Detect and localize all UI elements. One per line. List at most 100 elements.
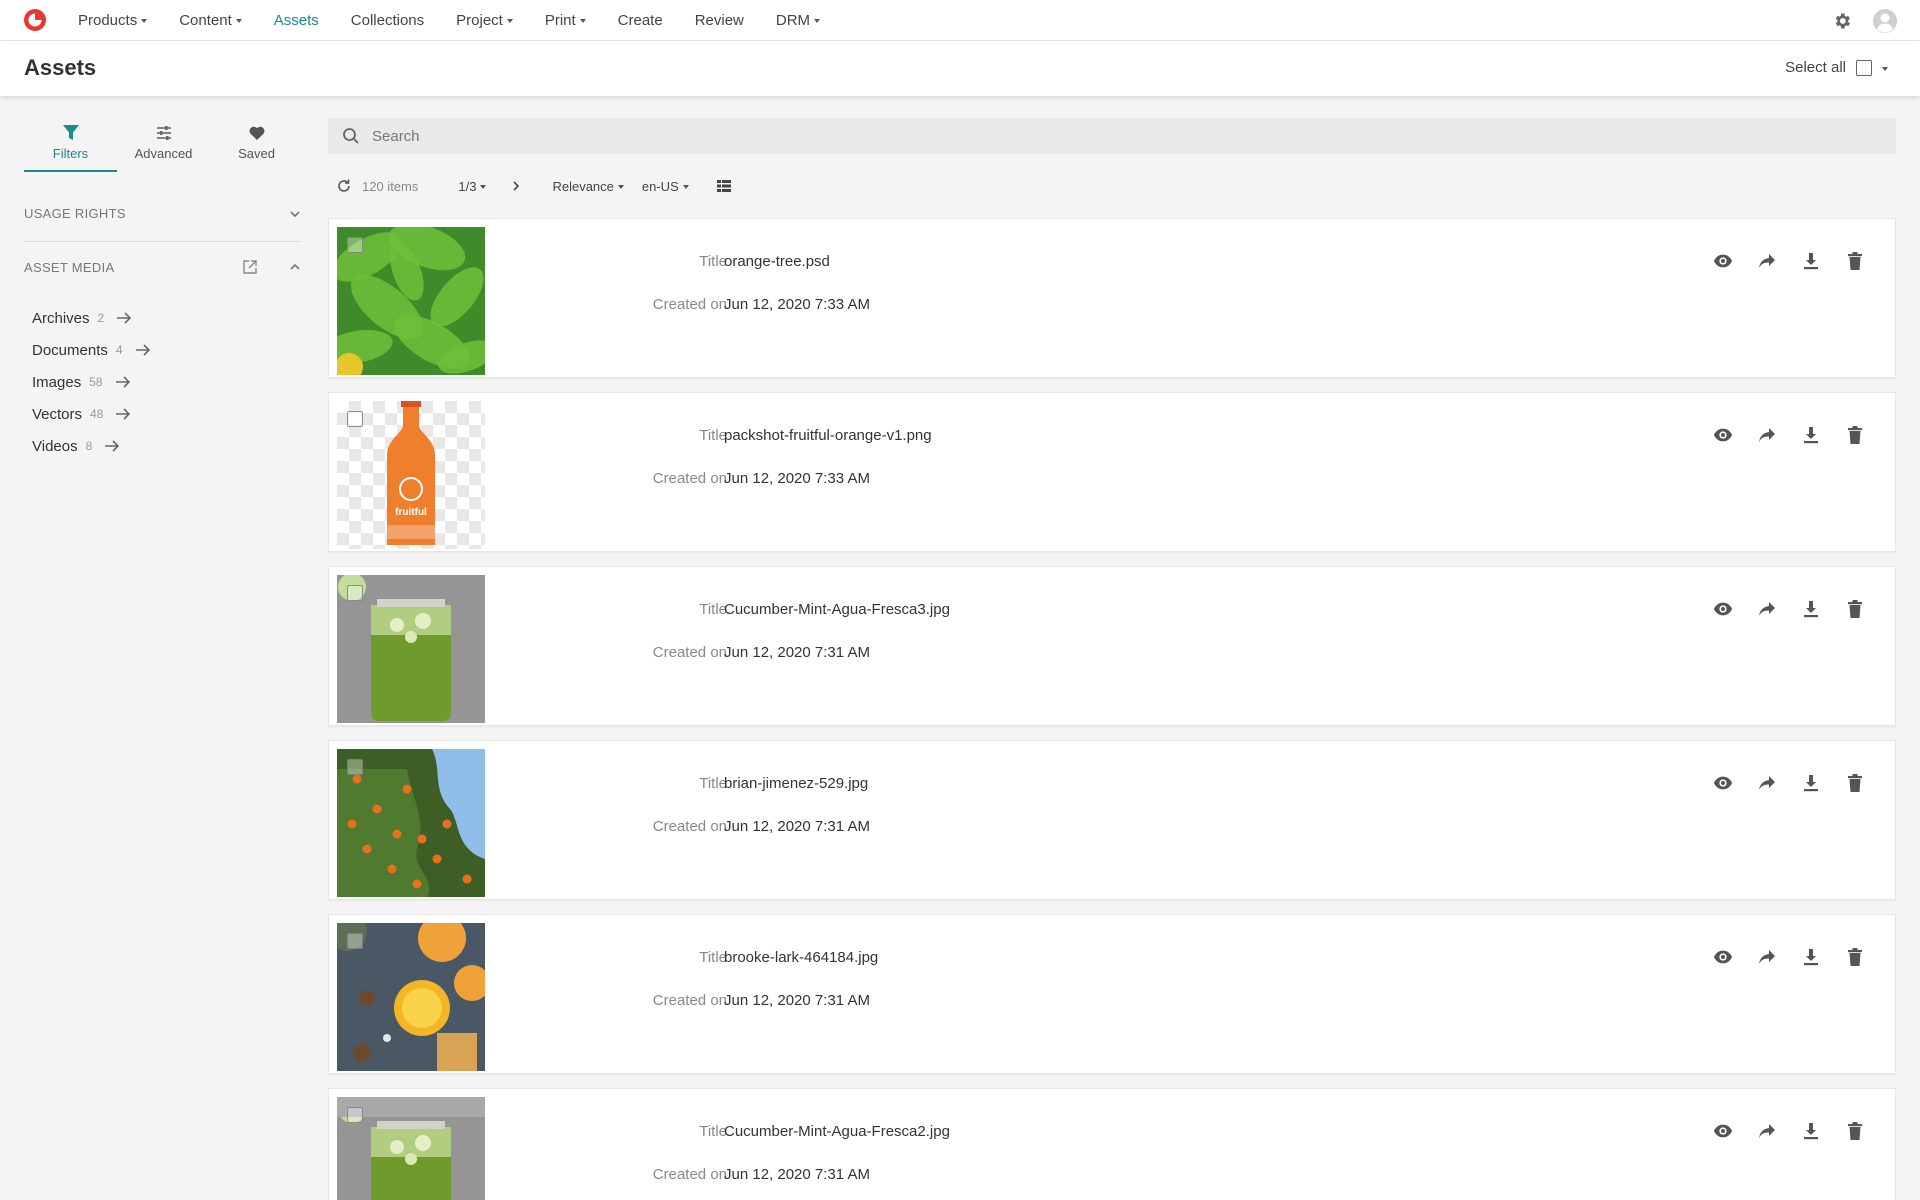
search-icon — [343, 128, 359, 144]
items-count: 120 items — [362, 178, 419, 194]
download-button[interactable] — [1801, 599, 1821, 619]
arrow-right-icon[interactable] — [115, 407, 131, 421]
nav-item-print[interactable]: Print — [545, 12, 586, 29]
asset-card[interactable]: Title brian-jimenez-529.jpg Created on Jun … — [328, 740, 1896, 900]
asset-card[interactable]: Title brooke-lark-464184.jpg Created on Jun… — [328, 914, 1896, 1074]
list-view-icon[interactable] — [716, 180, 731, 192]
delete-button[interactable] — [1845, 425, 1865, 445]
asset-thumbnail[interactable] — [337, 227, 485, 375]
next-page-icon[interactable] — [510, 180, 522, 192]
media-filter-label: Videos — [32, 437, 78, 455]
media-filter-vectors[interactable]: Vectors 48 — [32, 398, 151, 430]
tab-filters[interactable]: Filters — [24, 124, 117, 172]
share-button[interactable] — [1757, 599, 1777, 619]
media-filter-images[interactable]: Images 58 — [32, 366, 151, 398]
preview-button[interactable] — [1713, 1121, 1733, 1141]
download-button[interactable] — [1801, 773, 1821, 793]
nav-item-drm[interactable]: DRM — [776, 12, 821, 29]
select-all-control[interactable]: Select all — [1785, 59, 1888, 76]
usage-rights-section[interactable]: USAGE RIGHTS — [24, 206, 302, 221]
arrow-right-icon[interactable] — [104, 439, 120, 453]
download-button[interactable] — [1801, 947, 1821, 967]
nav-item-create[interactable]: Create — [618, 12, 663, 29]
nav-item-label: Collections — [350, 11, 425, 29]
tab-filters-label: Filters — [52, 146, 89, 161]
download-button[interactable] — [1801, 425, 1821, 445]
select-all-checkbox[interactable] — [1856, 59, 1872, 76]
sidebar-tabs: Filters Advanced Saved — [24, 124, 304, 172]
preview-eye-icon — [1713, 254, 1733, 268]
share-button[interactable] — [1757, 947, 1777, 967]
settings-gear-icon[interactable] — [1832, 11, 1852, 31]
asset-thumbnail[interactable] — [337, 749, 485, 897]
share-button[interactable] — [1757, 425, 1777, 445]
share-button[interactable] — [1757, 251, 1777, 271]
asset-select-checkbox[interactable] — [347, 585, 363, 601]
arrow-right-icon[interactable] — [116, 311, 132, 325]
locale-dropdown[interactable]: en-US — [642, 179, 689, 194]
caret-down-icon — [235, 19, 242, 23]
share-button[interactable] — [1757, 773, 1777, 793]
asset-thumbnail[interactable] — [337, 923, 485, 1071]
tab-advanced[interactable]: Advanced — [117, 124, 210, 172]
chevron-down-icon[interactable] — [288, 207, 302, 221]
asset-select-checkbox[interactable] — [347, 933, 363, 949]
nav-item-assets[interactable]: Assets — [274, 12, 319, 29]
preview-button[interactable] — [1713, 773, 1733, 793]
nav-item-content[interactable]: Content — [179, 12, 242, 29]
asset-card[interactable]: Title orange-tree.psd Created on Jun 12, 20… — [328, 218, 1896, 378]
app-logo-icon[interactable] — [22, 7, 48, 33]
search-bar[interactable]: Search — [328, 118, 1896, 154]
asset-thumbnail[interactable] — [337, 1097, 485, 1200]
preview-button[interactable] — [1713, 251, 1733, 271]
nav-item-review[interactable]: Review — [695, 12, 744, 29]
page-dropdown-icon — [480, 185, 487, 189]
preview-button[interactable] — [1713, 425, 1733, 445]
page-selector[interactable]: 1/3 — [458, 179, 487, 194]
asset-select-checkbox[interactable] — [347, 237, 363, 253]
delete-button[interactable] — [1845, 599, 1865, 619]
asset-select-checkbox[interactable] — [347, 759, 363, 775]
external-link-icon[interactable] — [242, 259, 258, 275]
asset-actions — [1713, 947, 1865, 967]
asset-card[interactable]: fruitful Title packshot-fruitful-orange-v1… — [328, 392, 1896, 552]
asset-actions — [1713, 425, 1865, 445]
asset-thumbnail[interactable] — [337, 575, 485, 723]
media-filter-label: Documents — [32, 341, 108, 359]
locale-dropdown-icon — [682, 185, 689, 189]
tab-saved[interactable]: Saved — [210, 124, 303, 172]
asset-thumbnail[interactable]: fruitful — [337, 401, 485, 549]
chevron-up-icon[interactable] — [288, 260, 302, 274]
search-input[interactable]: Search — [372, 128, 420, 145]
preview-eye-icon — [1713, 950, 1733, 964]
asset-title: brooke-lark-464184.jpg — [724, 949, 879, 966]
sort-dropdown[interactable]: Relevance — [552, 179, 624, 194]
user-avatar-icon[interactable] — [1872, 8, 1898, 34]
media-filter-videos[interactable]: Videos 8 — [32, 430, 151, 462]
select-all-dropdown-icon[interactable] — [1882, 66, 1888, 71]
nav-item-project[interactable]: Project — [456, 12, 513, 29]
share-button[interactable] — [1757, 1121, 1777, 1141]
asset-select-checkbox[interactable] — [347, 1107, 363, 1123]
download-button[interactable] — [1801, 251, 1821, 271]
asset-media-section[interactable]: ASSET MEDIA — [24, 259, 302, 275]
delete-button[interactable] — [1845, 1121, 1865, 1141]
asset-card[interactable]: Title Cucumber-Mint-Agua-Fresca3.jpg Creat… — [328, 566, 1896, 726]
delete-button[interactable] — [1845, 947, 1865, 967]
nav-item-products[interactable]: Products — [78, 12, 148, 29]
delete-button[interactable] — [1845, 773, 1865, 793]
arrow-right-icon[interactable] — [135, 343, 151, 357]
arrow-right-icon[interactable] — [115, 375, 131, 389]
nav-item-label: Print — [544, 11, 576, 29]
share-arrow-icon — [1759, 776, 1775, 790]
download-button[interactable] — [1801, 1121, 1821, 1141]
media-filter-archives[interactable]: Archives 2 — [32, 302, 151, 334]
preview-button[interactable] — [1713, 599, 1733, 619]
preview-button[interactable] — [1713, 947, 1733, 967]
media-filter-documents[interactable]: Documents 4 — [32, 334, 151, 366]
asset-select-checkbox[interactable] — [347, 411, 363, 427]
asset-card[interactable]: Title Cucumber-Mint-Agua-Fresca2.jpg Creat… — [328, 1088, 1896, 1200]
delete-button[interactable] — [1845, 251, 1865, 271]
nav-item-collections[interactable]: Collections — [351, 12, 424, 29]
refresh-icon[interactable] — [336, 178, 352, 194]
